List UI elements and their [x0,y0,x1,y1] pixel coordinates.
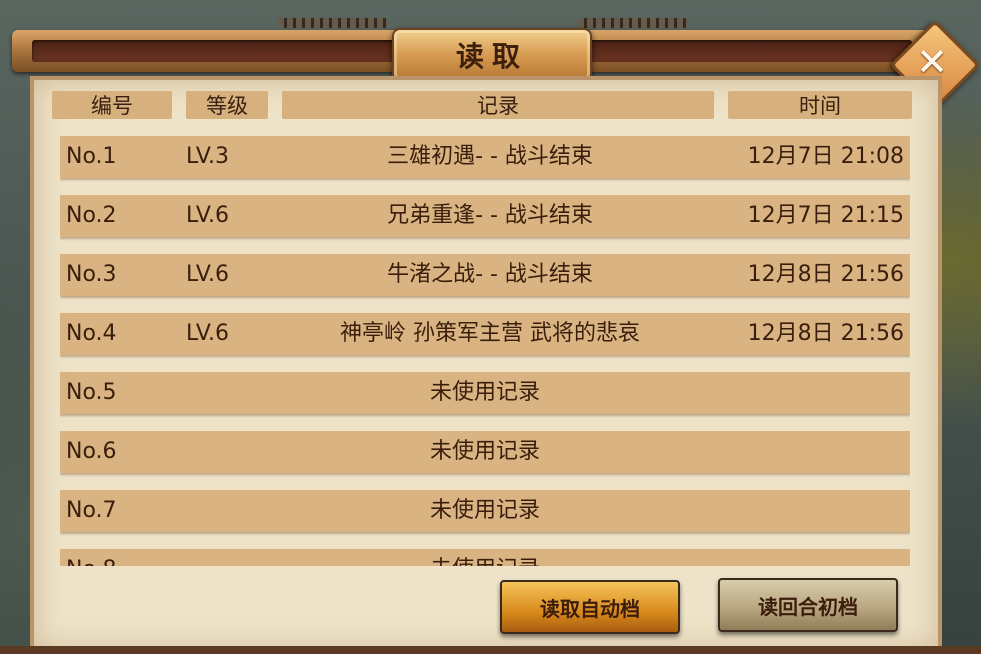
slot-time: 12月7日 21:08 [747,144,904,169]
load-auto-save-button[interactable]: 读取自动档 [500,580,680,634]
slot-record: 兄弟重逢- - 战斗结束 [387,203,593,228]
slot-level: LV.6 [186,321,230,346]
slot-time: 12月7日 21:15 [747,203,904,228]
slot-number: No.3 [66,262,117,287]
slot-time: 12月8日 21:56 [747,262,904,287]
slot-time: 12月8日 21:56 [747,321,904,346]
title-plate: 读取 [392,28,592,82]
dialog-title: 读取 [455,40,528,73]
slot-unused-label: 未使用记录 [429,498,540,523]
save-slot-list[interactable]: No.1 LV.3 三雄初遇- - 战斗结束 12月7日 21:08 No.2 … [60,136,910,566]
slot-unused-label: 未使用记录 [429,380,540,405]
chain-decoration-right [578,18,688,28]
load-round-start-button[interactable]: 读回合初档 [718,578,898,632]
chain-decoration-left [278,18,388,28]
slot-level: LV.3 [186,144,230,169]
slot-record: 神亭岭 孙策军主营 武将的悲哀 [340,321,640,346]
column-header-time: 时间 [728,91,912,119]
save-slot-row-empty[interactable]: No.6 未使用记录 [60,431,910,473]
slot-number: No.2 [66,203,117,228]
slot-unused-label: 未使用记录 [60,549,910,566]
column-header-no: 编号 [52,91,172,119]
column-header-level: 等级 [186,91,268,119]
slot-number: No.1 [66,144,117,169]
save-slot-row[interactable]: No.2 LV.6 兄弟重逢- - 战斗结束 12月7日 21:15 [60,195,910,237]
slot-record: 三雄初遇- - 战斗结束 [387,144,593,169]
slot-unused-label: 未使用记录 [429,439,540,464]
slot-level: LV.6 [186,203,230,228]
slot-record: 牛渚之战- - 战斗结束 [387,262,593,287]
save-slot-row[interactable]: No.3 LV.6 牛渚之战- - 战斗结束 12月8日 21:56 [60,254,910,296]
save-slot-row-empty[interactable]: No.5 未使用记录 [60,372,910,414]
save-slot-row-empty[interactable]: No.7 未使用记录 [60,490,910,532]
bottom-frame-edge [0,646,981,654]
save-slot-row[interactable]: No.4 LV.6 神亭岭 孙策军主营 武将的悲哀 12月8日 21:56 [60,313,910,355]
slot-level: LV.6 [186,262,230,287]
slot-number: No.4 [66,321,117,346]
save-slot-row-empty[interactable]: No.8 未使用记录 [60,549,910,566]
save-slot-row[interactable]: No.1 LV.3 三雄初遇- - 战斗结束 12月7日 21:08 [60,136,910,178]
column-header-record: 记录 [282,91,714,119]
